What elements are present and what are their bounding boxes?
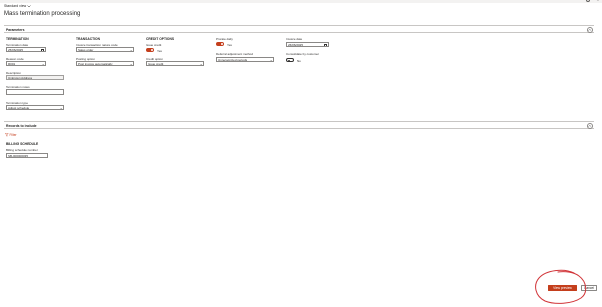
calendar-icon[interactable] xyxy=(324,43,328,46)
chevron-up-icon xyxy=(588,29,592,32)
consolidate-toggle[interactable] xyxy=(286,58,294,62)
prorate-daily-value: Yes xyxy=(227,42,232,47)
parameters-section-header[interactable]: Parameters xyxy=(4,25,594,33)
records-section-title: Records to include xyxy=(6,124,37,128)
collapse-records-button[interactable] xyxy=(587,123,593,129)
consolidate-label: Consolidate by customer xyxy=(286,52,320,56)
transaction-heading: TRANSACTION xyxy=(76,37,100,41)
calendar-icon[interactable] xyxy=(41,48,45,51)
consolidate-value: No xyxy=(297,58,301,63)
invoice-txn-code-select[interactable]: Sales order ⌄ xyxy=(76,47,134,52)
filter-icon xyxy=(5,133,9,137)
invoice-date-field[interactable]: 26/06/2025 xyxy=(286,42,329,47)
issue-credit-toggle[interactable] xyxy=(146,48,154,52)
chevron-up-icon xyxy=(588,125,592,128)
termination-date-field[interactable]: 25/06/2025 xyxy=(6,47,46,52)
chevron-down-icon: ⌄ xyxy=(269,58,273,62)
collapse-parameters-button[interactable] xyxy=(587,27,593,33)
filter-label: Filter xyxy=(9,133,17,137)
chevron-down-icon: ⌄ xyxy=(199,62,203,66)
billing-schedule-number-label: Billing schedule number xyxy=(6,148,38,152)
termination-type-select[interactable]: Adjust schedule ⌄ xyxy=(6,105,64,110)
top-bar xyxy=(0,0,602,3)
termination-heading: TERMINATION xyxy=(6,37,29,41)
chevron-down-icon xyxy=(27,4,31,7)
prorate-daily-toggle[interactable] xyxy=(216,42,224,46)
close-icon[interactable]: × xyxy=(597,0,599,2)
prorate-daily-label: Prorate daily xyxy=(216,37,233,41)
credit-options-heading: CREDIT OPTIONS xyxy=(146,37,175,41)
issue-credit-value: Yes xyxy=(157,48,162,53)
chevron-down-icon: ⌄ xyxy=(129,48,133,52)
chevron-down-icon: ⌄ xyxy=(129,62,133,66)
chevron-down-icon: ⌄ xyxy=(41,62,45,66)
description-field[interactable]: Unknown Address xyxy=(6,75,64,80)
credit-option-select[interactable]: Issue credit ⌄ xyxy=(146,61,204,66)
termination-notes-field[interactable] xyxy=(6,89,64,95)
page-title: Mass termination processing xyxy=(4,11,81,17)
posting-option-select[interactable]: Post invoice automatically ⌄ xyxy=(76,61,134,66)
view-preview-button[interactable]: View preview xyxy=(548,285,577,291)
cancel-button[interactable]: Cancel xyxy=(581,285,597,291)
view-selector-label: Standard view xyxy=(4,4,27,8)
deferral-method-select[interactable]: Unrecognized periods ⌄ xyxy=(216,57,274,62)
view-selector[interactable]: Standard view xyxy=(4,4,31,8)
records-section-header[interactable]: Records to include xyxy=(4,121,594,129)
chevron-down-icon: ⌄ xyxy=(59,106,63,110)
deferral-method-label: Deferral adjustment method xyxy=(216,52,254,56)
parameters-section-title: Parameters xyxy=(6,28,25,32)
billing-schedule-number-field[interactable]: SB-000000035 xyxy=(6,153,48,158)
filter-button[interactable]: Filter xyxy=(5,133,17,137)
invoice-date-label: Invoice date xyxy=(286,37,303,41)
reason-code-field[interactable]: R001 ⌄ xyxy=(6,61,46,66)
issue-credit-label: Issue credit xyxy=(146,43,162,47)
billing-schedule-heading: BILLING SCHEDULE xyxy=(6,142,39,146)
